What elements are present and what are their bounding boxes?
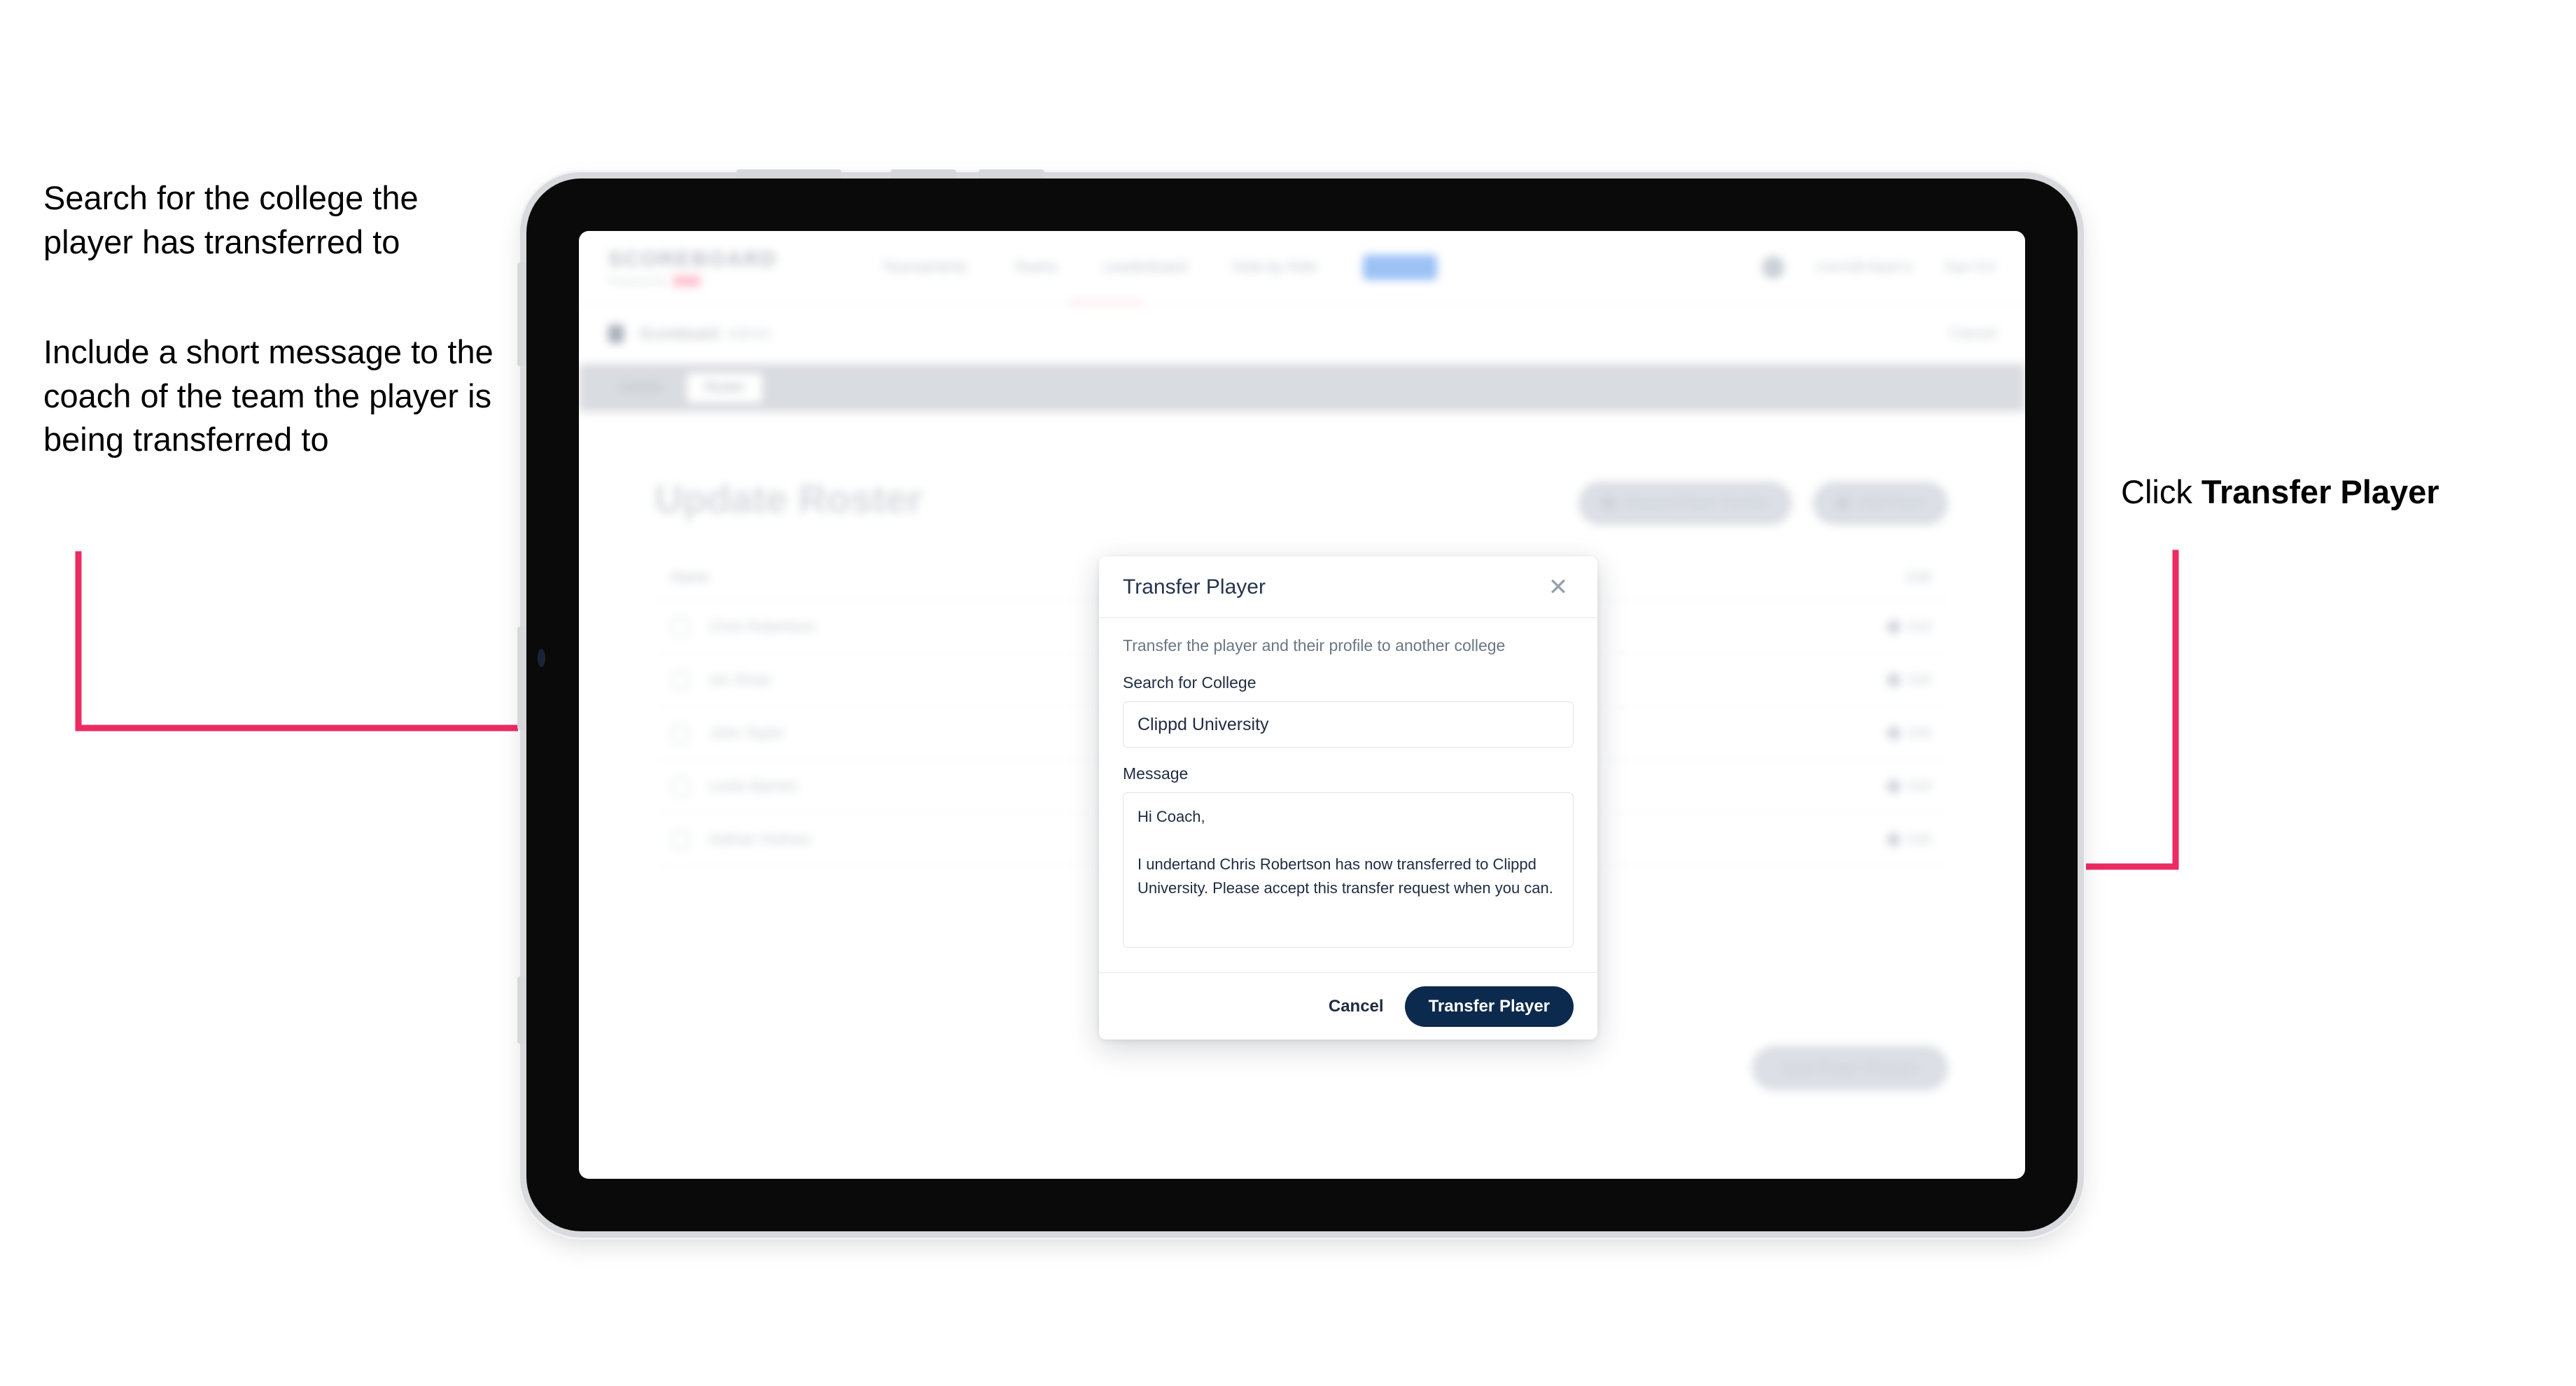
row-checkbox[interactable] [671,777,690,796]
player-name: Ian Shaw [709,671,771,688]
pencil-icon [1885,671,1903,689]
modal-title: Transfer Player [1123,575,1266,598]
transfer-player-modal: Transfer Player ✕ Transfer the player an… [1099,556,1597,1040]
message-label: Message [1123,764,1189,783]
brand-clippd-badge [672,275,701,286]
volume-down-button[interactable] [979,169,1044,178]
request-player-transfer-button[interactable]: Request Player Transfer [1578,482,1793,525]
page-title: Update Roster [654,477,923,521]
tablet-device-frame: SCOREBOARD Powered by Tournaments Teams … [517,169,2078,1231]
nav-right-group: coach@clippd.io Sign Out [1762,255,1996,279]
save-roster-changes-button[interactable]: Save Roster Changes [1752,1046,1948,1091]
annotation-click-prefix: Click [2121,473,2202,510]
nav-item-leaderboard[interactable]: Leaderboard [1103,259,1186,276]
row-checkbox[interactable] [671,671,690,690]
nav-item-hole-by-hole[interactable]: Hole by Hole [1233,259,1317,276]
annotation-click-transfer: Click Transfer Player [2121,470,2555,514]
modal-footer: Cancel Transfer Player [1099,972,1597,1040]
brand-subtitle-row: Powered by [608,275,778,286]
modal-description: Transfer the player and their profile to… [1123,636,1506,654]
modal-header: Transfer Player ✕ [1099,556,1597,618]
row-edit-action[interactable]: Edit [1885,671,1931,689]
scoreboard-icon [608,324,624,343]
annotation-search-college: Search for the college the player has tr… [43,179,419,260]
side-button-3[interactable] [517,976,526,1044]
edit-label: Edit [1908,725,1931,741]
annotation-include-message: Include a short message to the coach of … [43,333,493,458]
pencil-icon [1885,618,1903,636]
breadcrumb-title[interactable]: Scoreboard [639,325,719,343]
page-header-actions: Request Player Transfer Add Player [1578,482,1948,525]
player-name: Chris Robertson [709,618,816,635]
field-spacer [1123,748,1574,764]
breadcrumb-cancel-link[interactable]: Cancel [1950,326,1996,342]
column-header-name: Name [671,570,709,585]
edit-label: Edit [1908,672,1931,687]
transfer-player-button[interactable]: Transfer Player [1404,986,1574,1027]
side-button-2[interactable] [517,626,526,730]
nav-item-teams[interactable]: Teams [1014,259,1057,276]
plus-icon [1837,497,1850,510]
search-college-input[interactable] [1123,701,1574,748]
brand-logo[interactable]: SCOREBOARD Powered by [608,248,778,286]
power-button[interactable] [736,169,841,178]
pencil-icon [1885,778,1903,795]
annotation-click-bold: Transfer Player [2201,473,2440,510]
add-player-label: Add Player [1859,496,1924,510]
tab-bar: Details Roster [579,364,2025,412]
row-checkbox[interactable] [671,617,690,636]
tab-details[interactable]: Details [603,373,680,402]
row-checkbox[interactable] [671,830,690,849]
transfer-icon [1602,497,1616,510]
nav-item-tournaments[interactable]: Tournaments [883,259,967,276]
close-icon[interactable]: ✕ [1543,572,1574,603]
row-checkbox[interactable] [671,724,690,743]
brand-wordmark: SCOREBOARD [608,248,778,271]
breadcrumb-subtitle: Admin [727,324,771,342]
tablet-screen: SCOREBOARD Powered by Tournaments Teams … [579,231,2025,1179]
player-name: John Taylor [709,724,785,741]
front-camera-icon [538,649,545,667]
side-button-1[interactable] [517,262,526,366]
edit-label: Edit [1908,619,1931,634]
modal-body: Transfer the player and their profile to… [1099,618,1597,972]
account-email[interactable]: coach@clippd.io [1815,260,1913,275]
row-edit-action[interactable]: Edit [1885,724,1931,742]
request-transfer-label: Request Player Transfer [1625,496,1769,510]
player-name: Lewis Barnes [709,778,798,794]
edit-label: Edit [1908,778,1931,794]
pencil-icon [1885,724,1903,742]
breadcrumb-bar: Scoreboard Admin Cancel [579,304,2025,364]
row-edit-action[interactable]: Edit [1885,778,1931,795]
tab-roster[interactable]: Roster [687,373,763,402]
player-name: Nathan Holmes [709,831,811,848]
nav-links: Tournaments Teams Leaderboard Hole by Ho… [883,254,1438,280]
brand-powered-by: Powered by [608,275,667,286]
avatar[interactable] [1762,255,1785,279]
search-college-label: Search for College [1123,673,1256,692]
volume-up-button[interactable] [890,169,956,178]
nav-item-roster[interactable]: Roster [1363,254,1438,280]
add-player-button[interactable]: Add Player [1813,482,1948,525]
cancel-button[interactable]: Cancel [1329,997,1384,1016]
row-edit-action[interactable]: Edit [1885,831,1931,848]
screenshot-canvas: Search for the college the player has tr… [0,0,2576,1386]
row-edit-action[interactable]: Edit [1885,618,1931,636]
pencil-icon [1885,831,1903,848]
top-navigation-bar: SCOREBOARD Powered by Tournaments Teams … [579,231,2025,305]
message-textarea[interactable] [1123,792,1574,948]
column-header-edit: Edit [1907,570,1931,585]
sign-out-link[interactable]: Sign Out [1944,260,1996,275]
edit-label: Edit [1908,832,1931,847]
